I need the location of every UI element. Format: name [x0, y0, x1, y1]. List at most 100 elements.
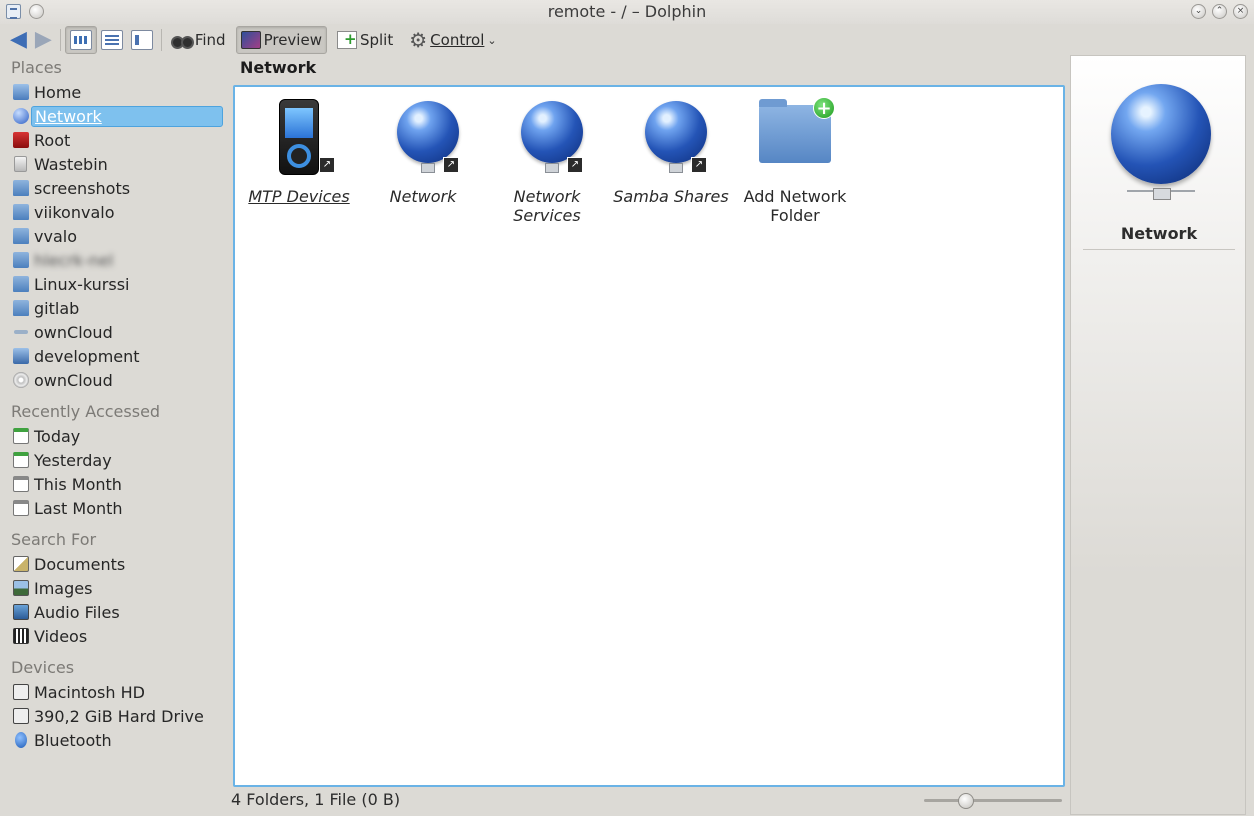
calendar-month-icon	[13, 476, 29, 492]
split-view-icon	[336, 30, 357, 49]
plus-icon: +	[813, 97, 835, 119]
item-network[interactable]: ↗ Network	[361, 99, 485, 206]
place-label: This Month	[34, 474, 122, 494]
split-button[interactable]: Split	[333, 26, 397, 54]
maximize-button[interactable]: ⌃	[1212, 4, 1227, 19]
place-root[interactable]: Root	[4, 128, 228, 152]
gear-icon: ⚙	[409, 28, 428, 52]
place-bluetooth[interactable]: Bluetooth	[4, 728, 228, 752]
link-badge-icon: ↗	[319, 157, 335, 173]
zoom-slider[interactable]	[924, 799, 1062, 802]
place-label: ownCloud	[34, 370, 113, 390]
minimize-button[interactable]: ⌄	[1191, 4, 1206, 19]
videos-icon	[13, 628, 29, 644]
place-hard-drive[interactable]: 390,2 GiB Hard Drive	[4, 704, 228, 728]
place-owncloud-disc[interactable]: ownCloud	[4, 368, 228, 392]
place-label: vvalo	[34, 226, 77, 246]
place-label: Last Month	[34, 498, 123, 518]
preview-label: Preview	[263, 31, 322, 49]
place-label: Videos	[34, 626, 88, 646]
folder-icon	[13, 276, 29, 292]
back-button[interactable]: ◀	[6, 26, 31, 54]
arrow-left-icon: ◀	[10, 27, 27, 52]
calendar-yesterday-icon	[13, 452, 29, 468]
toolbar-separator	[59, 29, 61, 51]
place-documents[interactable]: Documents	[4, 552, 228, 576]
add-folder-icon: +	[759, 97, 835, 177]
chevron-down-icon: ⌄	[487, 33, 497, 47]
forward-button[interactable]: ▶	[31, 26, 56, 54]
place-macintosh-hd[interactable]: Macintosh HD	[4, 680, 228, 704]
details-view-button[interactable]	[97, 26, 127, 54]
audio-files-icon	[13, 604, 29, 620]
title-bar: remote - / – Dolphin ⌄ ⌃ ×	[0, 0, 1254, 24]
place-label: Macintosh HD	[34, 682, 145, 702]
item-label: Network Services	[513, 187, 581, 225]
item-network-services[interactable]: ↗ Network Services	[485, 99, 609, 225]
place-screenshots[interactable]: screenshots	[4, 176, 228, 200]
optical-disc-icon	[13, 372, 29, 388]
section-devices-title: Devices	[11, 658, 75, 677]
info-title: Network	[1120, 224, 1198, 243]
place-audio-files[interactable]: Audio Files	[4, 600, 228, 624]
columns-view-button[interactable]	[127, 26, 157, 54]
columns-view-icon	[130, 30, 153, 50]
link-badge-icon: ↗	[691, 157, 707, 173]
place-label: Today	[34, 426, 81, 446]
place-wastebin[interactable]: Wastebin	[4, 152, 228, 176]
place-network[interactable]: Network	[4, 104, 228, 128]
place-label: Yesterday	[34, 450, 112, 470]
place-label: Network	[31, 105, 223, 127]
item-mtp-devices[interactable]: ↗ MTP Devices	[237, 99, 361, 206]
place-yesterday[interactable]: Yesterday	[4, 448, 228, 472]
place-label: gitlab	[34, 298, 80, 318]
root-folder-icon	[13, 132, 29, 148]
place-blurred[interactable]: hlecrk-nel	[4, 248, 228, 272]
place-home[interactable]: Home	[4, 80, 228, 104]
icons-view-icon	[69, 30, 92, 50]
zoom-slider-handle[interactable]	[958, 793, 974, 809]
calendar-month-icon	[13, 500, 29, 516]
place-owncloud[interactable]: ownCloud	[4, 320, 228, 344]
place-vvalo[interactable]: vvalo	[4, 224, 228, 248]
bluetooth-icon	[15, 732, 27, 748]
place-label: Audio Files	[34, 602, 120, 622]
place-viikonvalo[interactable]: viikonvalo	[4, 200, 228, 224]
place-label: Bluetooth	[34, 730, 112, 750]
close-button[interactable]: ×	[1233, 4, 1248, 19]
place-label: Root	[34, 130, 71, 150]
home-icon	[13, 84, 29, 100]
binoculars-icon	[170, 32, 194, 49]
place-videos[interactable]: Videos	[4, 624, 228, 648]
icons-view-button[interactable]	[64, 26, 97, 54]
information-panel: Network	[1070, 55, 1246, 815]
folder-icon	[13, 252, 29, 268]
item-samba-shares[interactable]: ↗ Samba Shares	[609, 99, 733, 206]
place-linux-kurssi[interactable]: Linux-kurssi	[4, 272, 228, 296]
main-toolbar: ◀ ▶ Find Preview Split ⚙ Control ⌄	[0, 24, 1254, 56]
item-add-network-folder[interactable]: + Add Network Folder	[733, 97, 857, 225]
place-gitlab[interactable]: gitlab	[4, 296, 228, 320]
find-button[interactable]: Find	[166, 26, 230, 54]
place-development[interactable]: development	[4, 344, 228, 368]
hard-drive-icon	[13, 684, 29, 700]
place-this-month[interactable]: This Month	[4, 472, 228, 496]
preview-button[interactable]: Preview	[235, 26, 327, 54]
place-today[interactable]: Today	[4, 424, 228, 448]
cloud-icon	[13, 324, 29, 340]
network-icon	[13, 108, 29, 124]
place-images[interactable]: Images	[4, 576, 228, 600]
control-menu-button[interactable]: ⚙ Control ⌄	[405, 26, 500, 54]
split-label: Split	[359, 31, 394, 49]
folder-icon	[13, 180, 29, 196]
network-globe-icon: ↗	[635, 99, 707, 177]
place-label: screenshots	[34, 178, 131, 198]
documents-icon	[13, 556, 29, 572]
find-label: Find	[194, 31, 226, 49]
control-label: Control	[430, 31, 485, 49]
place-label: Wastebin	[34, 154, 108, 174]
place-last-month[interactable]: Last Month	[4, 496, 228, 520]
place-label: 390,2 GiB Hard Drive	[34, 706, 204, 726]
place-label: Documents	[34, 554, 126, 574]
file-view[interactable]: ↗ MTP Devices ↗ Network ↗ Network Servic…	[233, 85, 1065, 787]
